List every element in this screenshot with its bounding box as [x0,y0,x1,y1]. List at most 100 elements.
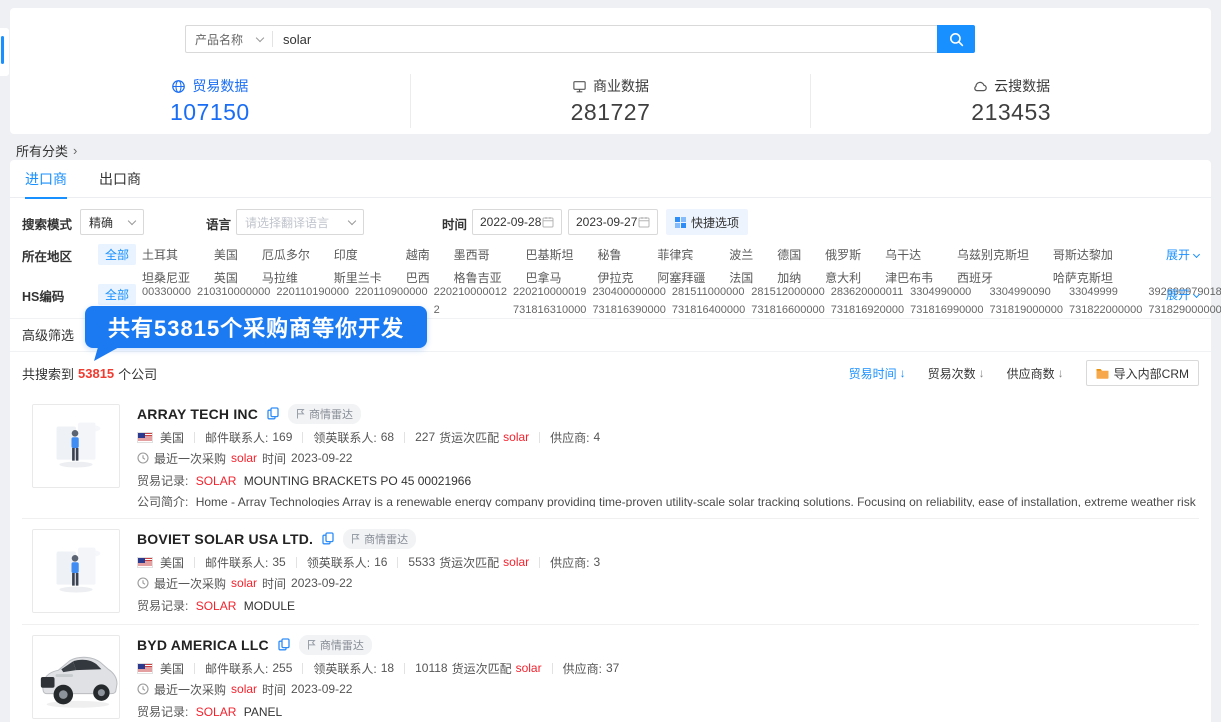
breadcrumb[interactable]: 所有分类 › [16,141,77,160]
translate-icon[interactable] [267,407,279,420]
company-name[interactable]: BYD AMERICA LLC [137,637,269,653]
import-crm-button[interactable]: 导入内部CRM [1086,360,1199,386]
region-item[interactable]: 墨西哥 [454,246,502,263]
linkedin-contacts-count: 16 [374,555,387,569]
chevron-right-icon: › [73,143,77,158]
search-mode-select[interactable]: 精确 [80,209,144,235]
advanced-filter-link[interactable]: 高级筛选 [22,328,74,343]
company-name[interactable]: BOVIET SOLAR USA LTD. [137,531,313,547]
search-category-select[interactable]: 产品名称 [186,26,272,52]
company-card[interactable]: ARRAY TECH INC 商情雷达 美国 [22,394,1199,518]
results-card: 进口商 出口商 搜索模式 精确 语言 请选择翻译语言 时间 2022-09-28 [10,160,1211,722]
hs-code-item[interactable]: 731819000000 [990,304,1063,316]
hs-code-item[interactable]: 731816310000 [513,304,586,316]
hs-code-item[interactable]: 220210000019 [513,286,586,298]
hs-code-item[interactable]: 00330000 [142,286,191,298]
breadcrumb-label: 所有分类 [16,141,68,160]
region-item[interactable]: 土耳其 [142,246,190,263]
hs-code-item[interactable]: 281511000000 [672,286,745,298]
region-all-chip[interactable]: 全部 [98,244,136,265]
side-panel-accent-bar [1,36,4,64]
radar-badge[interactable]: 商情雷达 [343,529,416,549]
quick-options-button[interactable]: 快捷选项 [666,209,748,235]
hs-code-item[interactable]: 220110190000 [276,286,349,298]
stat-business-data[interactable]: 商业数据 281727 [410,74,811,128]
region-item[interactable]: 俄罗斯 [825,246,861,263]
folder-icon [1096,368,1109,379]
company-card[interactable]: BOVIET SOLAR USA LTD. 商情雷达 [22,518,1199,624]
buyers-count-tooltip: 共有53815个采购商等你开发 [85,306,427,348]
hs-code-item[interactable]: 210310000000 [197,286,270,298]
radar-badge[interactable]: 商情雷达 [299,635,372,655]
hs-code-item[interactable]: 33049999 [1069,286,1142,298]
radar-badge[interactable]: 商情雷达 [288,404,361,424]
company-photo-car [32,635,120,719]
date-to-input[interactable]: 2023-09-27 [568,209,658,235]
recent-purchase: 最近一次采购 solar 时间 2023-09-22 [137,576,1199,590]
translate-icon[interactable] [322,532,334,545]
stat-trade-data[interactable]: 贸易数据 107150 [10,74,410,128]
hs-expand-link[interactable]: 展开 [1166,286,1199,303]
stat-cloud-search-data[interactable]: 云搜数据 213453 [810,74,1211,128]
search-bar: 产品名称 [185,25,975,53]
region-item[interactable]: 波兰 [729,246,753,263]
stat-value: 213453 [971,99,1051,126]
trade-record: 贸易记录: SOLAR MODULE [137,597,1199,611]
region-item[interactable]: 秘鲁 [597,246,633,263]
region-item[interactable]: 乌干达 [885,246,933,263]
hs-code-item[interactable]: 281512000000 [751,286,824,298]
region-item[interactable]: 菲律宾 [657,246,705,263]
clock-icon [137,577,149,589]
stat-value: 107150 [170,99,250,126]
recent-purchase: 最近一次采购 solar 时间 2023-09-22 [137,451,1199,465]
region-item[interactable]: 印度 [334,246,382,263]
search-mode-label: 搜索模式 [22,214,72,233]
chevron-down-icon [1193,251,1200,258]
hs-code-item[interactable]: 731816600000 [751,304,824,316]
hs-code-item[interactable]: 731816390000 [592,304,665,316]
hs-code-item[interactable]: 731816400000 [672,304,745,316]
side-panel-handle[interactable] [0,28,9,76]
region-item[interactable]: 德国 [777,246,801,263]
cloud-icon [972,79,988,94]
sort-trade-time[interactable]: 贸易时间 ↓ [849,365,906,382]
region-item[interactable]: 越南 [406,246,430,263]
language-select[interactable]: 请选择翻译语言 [236,209,364,235]
hs-code-item[interactable]: 731822000000 [1069,304,1142,316]
region-item[interactable]: 乌兹别克斯坦 [957,246,1029,263]
shipments-count: 10118 [415,661,447,675]
hs-code-item[interactable]: 230400000000 [592,286,665,298]
sort-trade-count[interactable]: 贸易次数 ↓ [928,365,985,382]
date-from-input[interactable]: 2022-09-28 [472,209,562,235]
translate-icon[interactable] [278,638,290,651]
hs-all-chip[interactable]: 全部 [98,284,136,305]
hs-code-item[interactable]: 731829000000 [1148,304,1221,316]
region-item[interactable]: 哥斯达黎加 [1053,246,1113,263]
hs-code-item[interactable]: 220110900000 [355,286,428,298]
hs-code-item[interactable]: 731816990000 [910,304,983,316]
region-expand-link[interactable]: 展开 [1166,246,1199,263]
region-item[interactable]: 巴基斯坦 [526,246,574,263]
company-photo-placeholder [32,529,120,613]
region-item[interactable]: 厄瓜多尔 [262,246,310,263]
company-meta: 美国 邮件联系人:255 领英联系人:18 10118货运次匹配solar 供应… [137,661,1199,675]
region-item[interactable]: 美国 [214,246,238,263]
hs-code-item[interactable]: 3304990000 [910,286,983,298]
hs-code-item[interactable]: 220210000012 [434,286,507,298]
tab-importer[interactable]: 进口商 [25,160,67,198]
recent-purchase: 最近一次采购 solar 时间 2023-09-22 [137,682,1199,696]
stat-value: 281727 [571,99,651,126]
search-input[interactable] [273,26,937,52]
sort-supplier-count[interactable]: 供应商数 ↓ [1007,365,1064,382]
company-name[interactable]: ARRAY TECH INC [137,406,258,422]
company-list: ARRAY TECH INC 商情雷达 美国 [22,394,1199,722]
hs-code-item[interactable]: 3304990090 [990,286,1063,298]
hs-code-item[interactable]: 283620000011 [831,286,904,298]
hs-code-item[interactable]: 2 [434,304,507,316]
arrow-down-icon: ↓ [979,366,985,380]
tab-exporter[interactable]: 出口商 [99,160,141,198]
stat-label: 贸易数据 [192,76,248,96]
search-button[interactable] [937,25,975,53]
company-card[interactable]: BYD AMERICA LLC 商情雷达 美国 [22,624,1199,722]
hs-code-item[interactable]: 731816920000 [831,304,904,316]
